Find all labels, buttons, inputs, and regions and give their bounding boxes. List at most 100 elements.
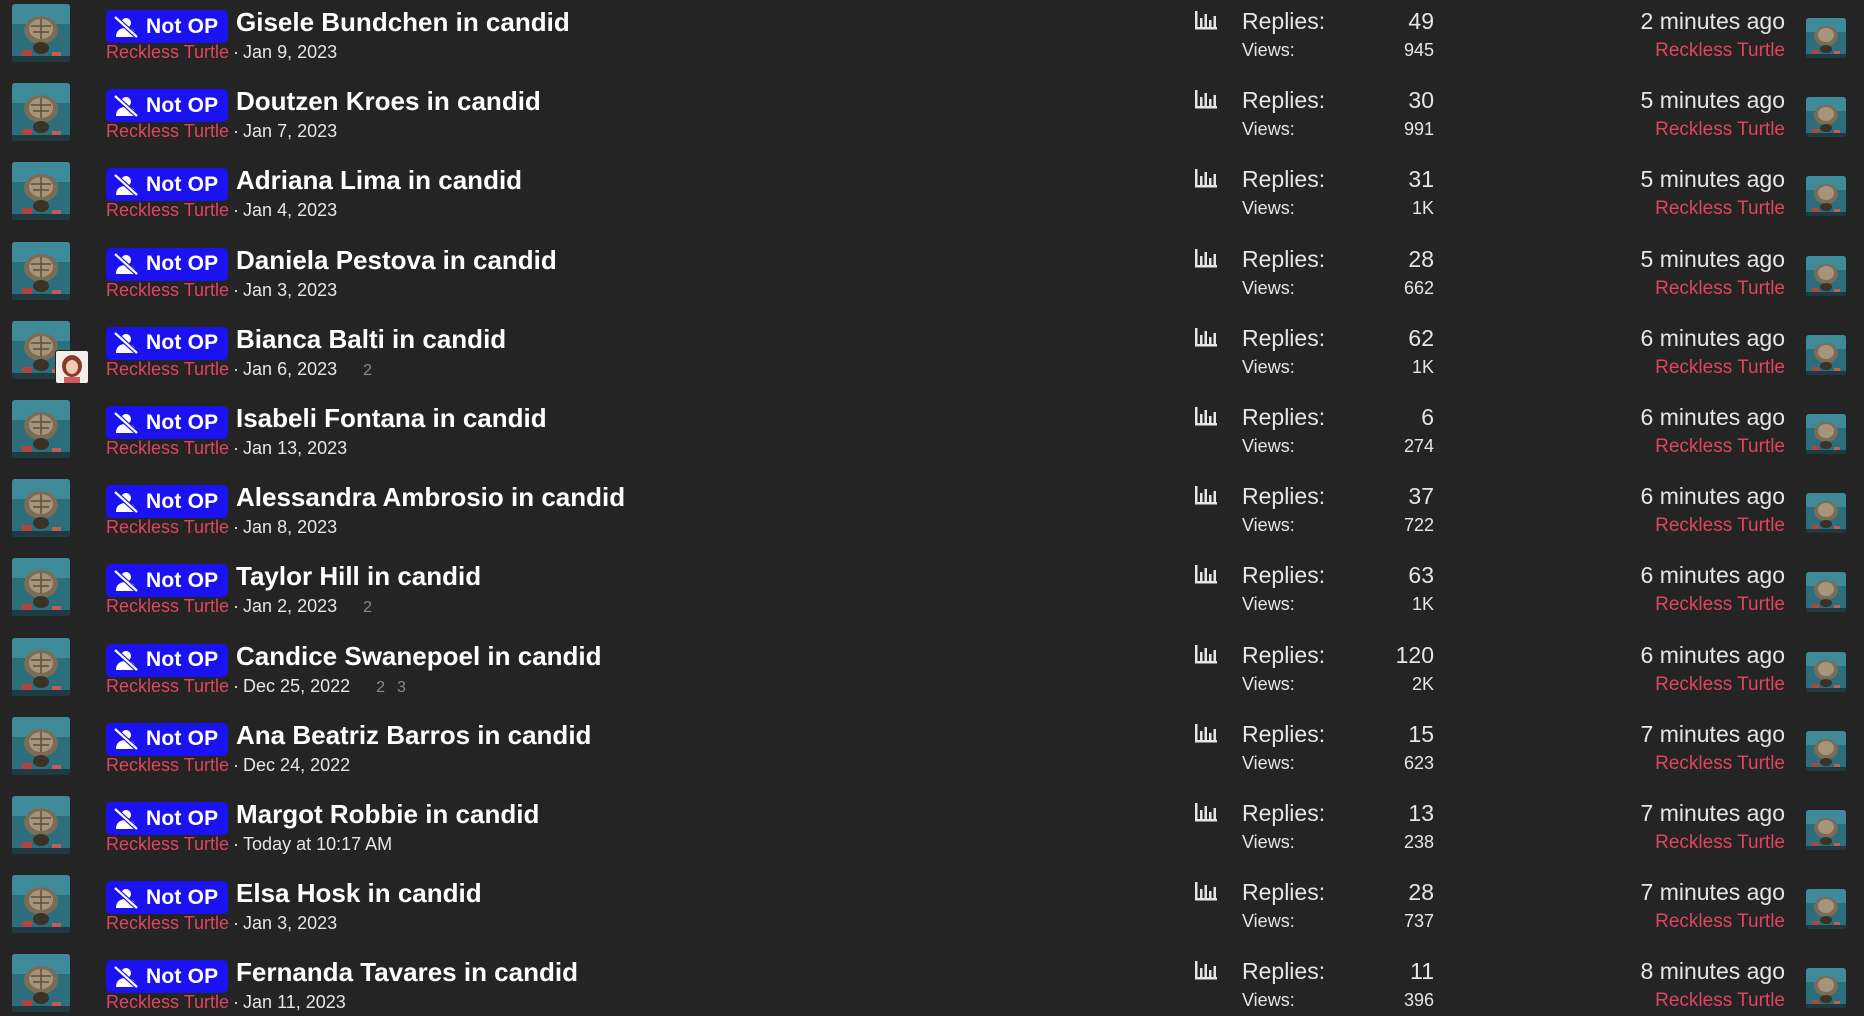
last-poster-avatar[interactable] [1806,493,1846,534]
thread-title[interactable]: Alessandra Ambrosio in candid [236,482,625,513]
last-post-time[interactable]: 6 minutes ago [1641,483,1785,510]
last-post-time[interactable]: 7 minutes ago [1641,879,1785,906]
thread-row[interactable]: Not OP Ana Beatriz Barros in candid Reck… [0,711,1864,790]
thread-author[interactable]: Reckless Turtle [106,359,229,379]
last-post-user[interactable]: Reckless Turtle [1655,119,1785,141]
starter-avatar[interactable] [12,716,70,775]
starter-avatar[interactable] [12,4,70,62]
thread-row[interactable]: Not OP Fernanda Tavares in candid Reckle… [0,948,1864,1016]
last-post-time[interactable]: 5 minutes ago [1641,87,1785,114]
last-poster-avatar[interactable] [1806,651,1846,692]
thread-date[interactable]: Jan 4, 2023 [243,200,337,220]
thread-title[interactable]: Candice Swanepoel in candid [236,641,602,672]
page-link[interactable]: 2 [376,679,385,696]
starter-avatar[interactable] [12,83,70,142]
thread-title[interactable]: Gisele Bundchen in candid [236,7,570,38]
thread-date[interactable]: Jan 3, 2023 [243,913,337,933]
last-post-time[interactable]: 6 minutes ago [1641,404,1785,431]
thread-row[interactable]: Not OP Bianca Balti in candid Reckless T… [0,315,1864,394]
last-poster-avatar[interactable] [1806,176,1846,217]
thread-author[interactable]: Reckless Turtle [106,42,229,62]
thread-row[interactable]: Not OP Isabeli Fontana in candid Reckles… [0,394,1864,473]
last-post-time[interactable]: 2 minutes ago [1641,8,1785,35]
thread-title[interactable]: Fernanda Tavares in candid [236,957,578,988]
last-poster-avatar[interactable] [1806,97,1846,138]
last-poster-avatar[interactable] [1806,968,1846,1009]
last-poster-avatar[interactable] [1806,810,1846,850]
last-poster-avatar[interactable] [1806,730,1846,771]
thread-date[interactable]: Dec 25, 2022 [243,676,350,696]
starter-avatar[interactable] [12,637,70,696]
thread-date[interactable]: Jan 8, 2023 [243,517,337,537]
thread-title[interactable]: Margot Robbie in candid [236,799,539,830]
last-post-user[interactable]: Reckless Turtle [1655,357,1785,379]
thread-date[interactable]: Jan 6, 2023 [243,359,337,379]
last-poster-avatar[interactable] [1806,255,1846,296]
last-post-time[interactable]: 7 minutes ago [1641,721,1785,748]
thread-title[interactable]: Adriana Lima in candid [236,165,522,196]
thread-title[interactable]: Bianca Balti in candid [236,324,506,355]
last-post-user[interactable]: Reckless Turtle [1655,832,1785,854]
last-post-user[interactable]: Reckless Turtle [1655,594,1785,616]
thread-date[interactable]: Today at 10:17 AM [243,834,392,854]
last-post-user[interactable]: Reckless Turtle [1655,40,1785,62]
starter-avatar[interactable] [12,796,70,854]
last-poster-avatar[interactable] [1806,414,1846,454]
starter-avatar[interactable] [12,558,70,617]
thread-author[interactable]: Reckless Turtle [106,200,229,220]
starter-avatar[interactable] [12,162,70,221]
last-post-user[interactable]: Reckless Turtle [1655,436,1785,458]
thread-row[interactable]: Not OP Elsa Hosk in candid Reckless Turt… [0,869,1864,948]
thread-author[interactable]: Reckless Turtle [106,834,229,854]
starter-avatar[interactable] [12,954,70,1013]
last-post-user[interactable]: Reckless Turtle [1655,674,1785,696]
starter-avatar[interactable] [12,479,70,538]
thread-author[interactable]: Reckless Turtle [106,676,229,696]
last-post-time[interactable]: 6 minutes ago [1641,325,1785,352]
thread-row[interactable]: Not OP Taylor Hill in candid Reckless Tu… [0,552,1864,631]
thread-title[interactable]: Taylor Hill in candid [236,561,481,592]
last-post-user[interactable]: Reckless Turtle [1655,990,1785,1012]
thread-date[interactable]: Jan 7, 2023 [243,121,337,141]
participant-avatar[interactable] [55,349,89,384]
thread-row[interactable]: Not OP Margot Robbie in candid Reckless … [0,790,1864,869]
thread-row[interactable]: Not OP Adriana Lima in candid Reckless T… [0,156,1864,235]
thread-author[interactable]: Reckless Turtle [106,438,229,458]
last-post-time[interactable]: 7 minutes ago [1641,800,1785,827]
last-post-time[interactable]: 6 minutes ago [1641,642,1785,669]
thread-row[interactable]: Not OP Alessandra Ambrosio in candid Rec… [0,473,1864,552]
last-post-time[interactable]: 5 minutes ago [1641,246,1785,273]
thread-date[interactable]: Dec 24, 2022 [243,755,350,775]
thread-author[interactable]: Reckless Turtle [106,280,229,300]
thread-title[interactable]: Ana Beatriz Barros in candid [236,720,591,751]
last-poster-avatar[interactable] [1806,889,1846,930]
last-post-time[interactable]: 8 minutes ago [1641,958,1785,985]
thread-title[interactable]: Elsa Hosk in candid [236,878,482,909]
starter-avatar[interactable] [12,400,70,458]
thread-row[interactable]: Not OP Doutzen Kroes in candid Reckless … [0,77,1864,156]
page-link[interactable]: 3 [397,679,406,696]
last-post-user[interactable]: Reckless Turtle [1655,753,1785,775]
last-post-user[interactable]: Reckless Turtle [1655,198,1785,220]
page-link[interactable]: 2 [363,599,372,616]
page-link[interactable]: 2 [363,362,372,379]
starter-avatar[interactable] [12,241,70,300]
thread-author[interactable]: Reckless Turtle [106,596,229,616]
thread-date[interactable]: Jan 13, 2023 [243,438,347,458]
thread-date[interactable]: Jan 2, 2023 [243,596,337,616]
thread-row[interactable]: Not OP Candice Swanepoel in candid Reckl… [0,632,1864,711]
last-poster-avatar[interactable] [1806,572,1846,613]
thread-date[interactable]: Jan 9, 2023 [243,42,337,62]
thread-date[interactable]: Jan 11, 2023 [243,992,346,1012]
last-post-time[interactable]: 5 minutes ago [1641,166,1785,193]
last-post-user[interactable]: Reckless Turtle [1655,911,1785,933]
thread-author[interactable]: Reckless Turtle [106,992,229,1012]
last-post-user[interactable]: Reckless Turtle [1655,515,1785,537]
thread-author[interactable]: Reckless Turtle [106,913,229,933]
last-post-user[interactable]: Reckless Turtle [1655,278,1785,300]
thread-title[interactable]: Isabeli Fontana in candid [236,403,547,434]
thread-author[interactable]: Reckless Turtle [106,121,229,141]
thread-title[interactable]: Doutzen Kroes in candid [236,86,541,117]
last-post-time[interactable]: 6 minutes ago [1641,562,1785,589]
thread-date[interactable]: Jan 3, 2023 [243,280,337,300]
